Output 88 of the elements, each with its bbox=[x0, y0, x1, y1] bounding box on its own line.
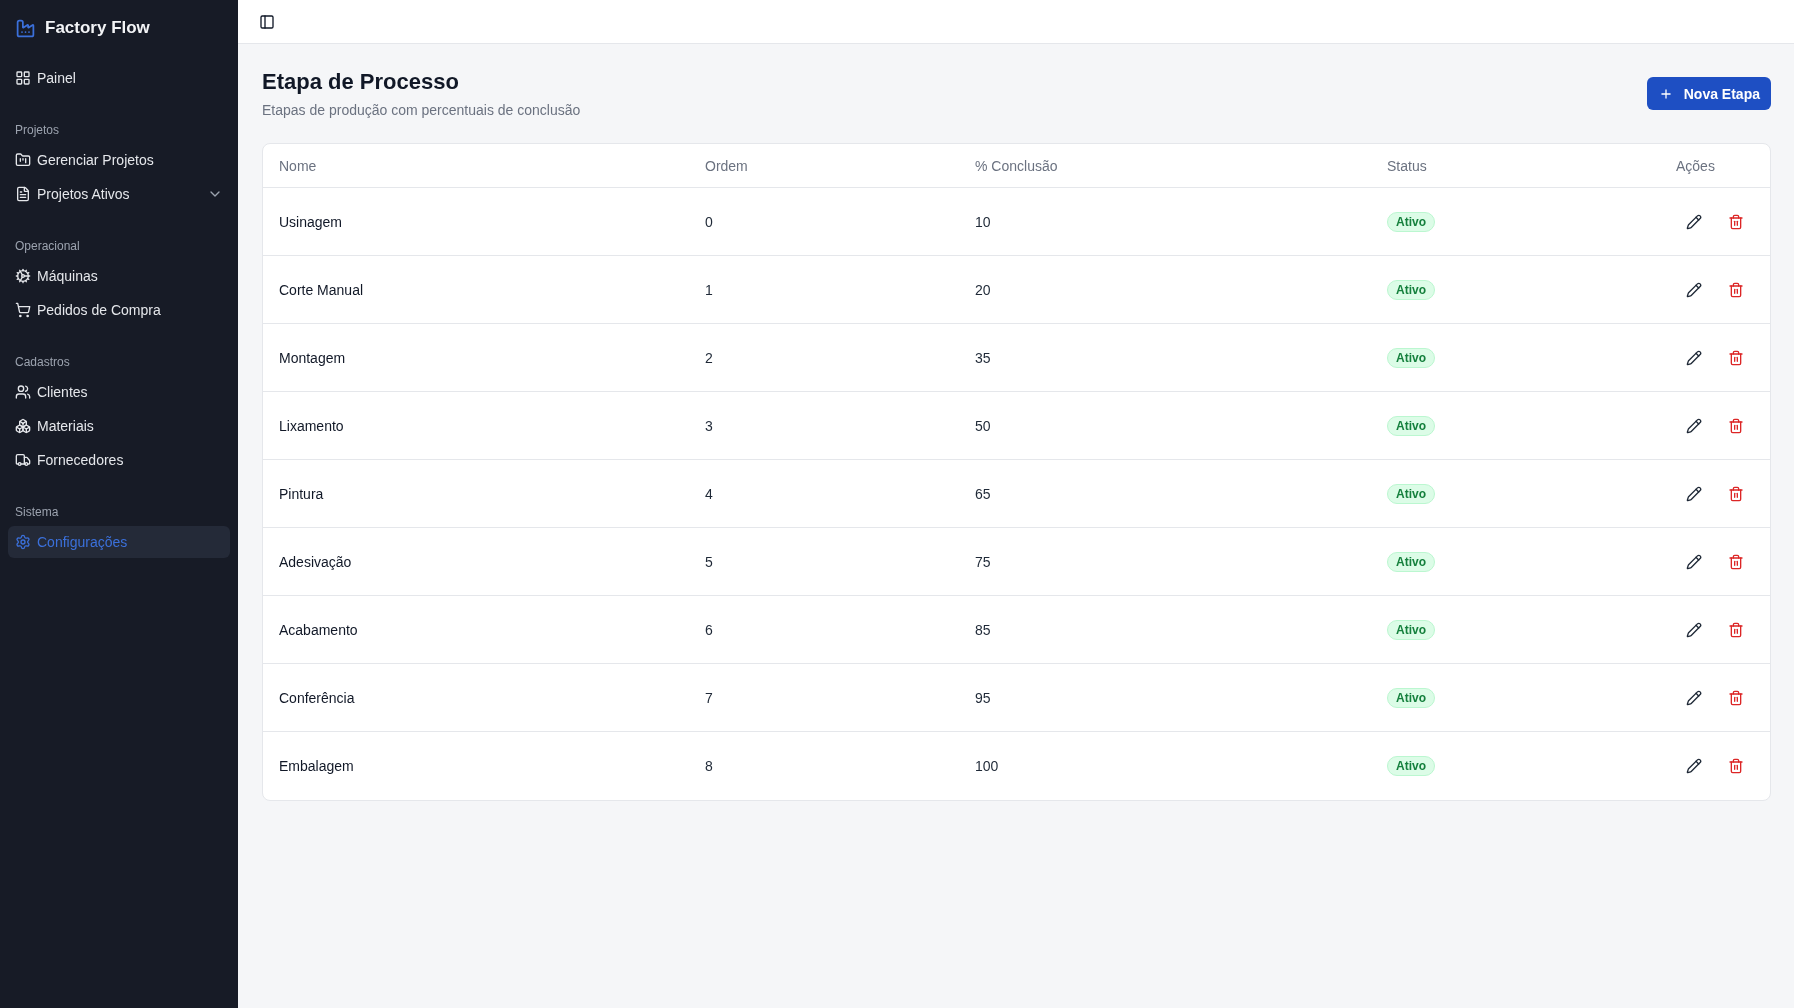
column-header: % Conclusão bbox=[974, 157, 1059, 174]
table-cell-text: 0 bbox=[704, 213, 713, 230]
table-cell-text: 2 bbox=[704, 349, 713, 366]
sidebar-item[interactable]: Materiais bbox=[8, 410, 230, 442]
trash-icon bbox=[1728, 553, 1744, 570]
table-cell-text: Pintura bbox=[278, 485, 324, 502]
cog-icon bbox=[15, 268, 31, 284]
section-label: Operacional bbox=[14, 238, 81, 255]
table-cell-text: Corte Manual bbox=[278, 281, 364, 298]
settings-icon bbox=[15, 534, 31, 550]
table-cell-text: Conferência bbox=[278, 689, 355, 706]
table-cell-text: 95 bbox=[974, 689, 991, 706]
status-badge: Ativo bbox=[1387, 756, 1435, 776]
status-badge: Ativo bbox=[1387, 415, 1435, 436]
sidebar-item[interactable]: Projetos Ativos bbox=[8, 178, 230, 210]
pencil-icon bbox=[1686, 689, 1702, 706]
pencil-icon bbox=[1686, 758, 1702, 774]
table-cell-text: Acabamento bbox=[278, 621, 358, 638]
grid-icon bbox=[15, 70, 31, 86]
page-title: Etapa de Processo bbox=[262, 68, 460, 96]
table-cell-text: Adesivação bbox=[278, 553, 352, 570]
boxes-icon bbox=[15, 418, 31, 434]
trash-icon bbox=[1728, 213, 1744, 230]
table-cell-text: 35 bbox=[974, 349, 991, 366]
folder-icon bbox=[15, 152, 31, 168]
pencil-icon bbox=[1686, 417, 1702, 434]
table-cell-text: 7 bbox=[704, 689, 713, 706]
users-icon bbox=[15, 384, 31, 400]
table-cell-text: 3 bbox=[704, 417, 713, 434]
new-step-button[interactable]: Nova Etapa bbox=[1646, 77, 1771, 110]
column-header: Ações bbox=[1675, 157, 1716, 174]
truck-icon bbox=[15, 452, 31, 468]
factory-icon bbox=[15, 17, 36, 39]
table-cell-text: 50 bbox=[974, 417, 991, 434]
table-cell-text: 5 bbox=[704, 553, 713, 570]
trash-icon bbox=[1728, 758, 1744, 774]
pencil-icon bbox=[1686, 485, 1702, 502]
sidebar-item[interactable]: Máquinas bbox=[8, 260, 230, 292]
section-label: Cadastros bbox=[14, 354, 71, 371]
table-cell-text: 75 bbox=[974, 553, 991, 570]
status-badge: Ativo bbox=[1387, 347, 1435, 368]
brand-name: Factory Flow bbox=[45, 18, 150, 38]
trash-icon bbox=[1728, 349, 1744, 366]
sidebar-item[interactable]: Painel bbox=[8, 62, 230, 94]
table-cell-text: 85 bbox=[974, 621, 991, 638]
table-cell-text: 65 bbox=[974, 485, 991, 502]
status-badge: Ativo bbox=[1387, 687, 1435, 708]
trash-icon bbox=[1728, 621, 1744, 638]
table-cell-text: Usinagem bbox=[278, 213, 343, 230]
trash-icon bbox=[1728, 281, 1744, 298]
plus-icon bbox=[1658, 86, 1673, 101]
sidebar-item[interactable]: Clientes bbox=[8, 376, 230, 408]
trash-icon bbox=[1728, 689, 1744, 706]
section-label: Sistema bbox=[14, 504, 60, 521]
section-label: Projetos bbox=[14, 122, 61, 139]
table-cell-text: 1 bbox=[704, 281, 713, 298]
pencil-icon bbox=[1686, 349, 1702, 366]
table-cell-text: 6 bbox=[704, 621, 713, 638]
page-subtitle: Etapas de produção com percentuais de conclusão bbox=[262, 101, 581, 120]
sidebar-item[interactable]: Gerenciar Projetos bbox=[8, 144, 230, 176]
table-cell-text: Embalagem bbox=[278, 758, 354, 774]
table-cell-text: 10 bbox=[974, 213, 991, 230]
table-cell-text: Montagem bbox=[278, 349, 346, 366]
table-cell-text: 8 bbox=[704, 758, 713, 774]
sidebar-item[interactable]: Pedidos de Compra bbox=[8, 294, 230, 326]
status-badge: Ativo bbox=[1387, 211, 1435, 232]
sidebar-item[interactable]: Fornecedores bbox=[8, 444, 230, 476]
column-header: Ordem bbox=[704, 157, 749, 174]
status-badge: Ativo bbox=[1387, 279, 1435, 300]
pencil-icon bbox=[1686, 621, 1702, 638]
column-header: Nome bbox=[278, 157, 318, 174]
status-badge: Ativo bbox=[1387, 619, 1435, 640]
status-badge: Ativo bbox=[1387, 551, 1435, 572]
table-cell-text: Lixamento bbox=[278, 417, 344, 434]
trash-icon bbox=[1728, 417, 1744, 434]
column-header: Status bbox=[1386, 157, 1428, 174]
panel-icon bbox=[259, 13, 275, 30]
pencil-icon bbox=[1686, 281, 1702, 298]
pencil-icon bbox=[1686, 553, 1702, 570]
file-icon bbox=[15, 186, 31, 202]
table-cell-text: 4 bbox=[704, 485, 713, 502]
sidebar-toggle-button[interactable] bbox=[259, 13, 275, 30]
cart-icon bbox=[15, 302, 31, 318]
pencil-icon bbox=[1686, 213, 1702, 230]
table-cell-text: 20 bbox=[974, 281, 991, 298]
status-badge: Ativo bbox=[1387, 483, 1435, 504]
table-cell-text: 100 bbox=[974, 758, 999, 774]
trash-icon bbox=[1728, 485, 1744, 502]
